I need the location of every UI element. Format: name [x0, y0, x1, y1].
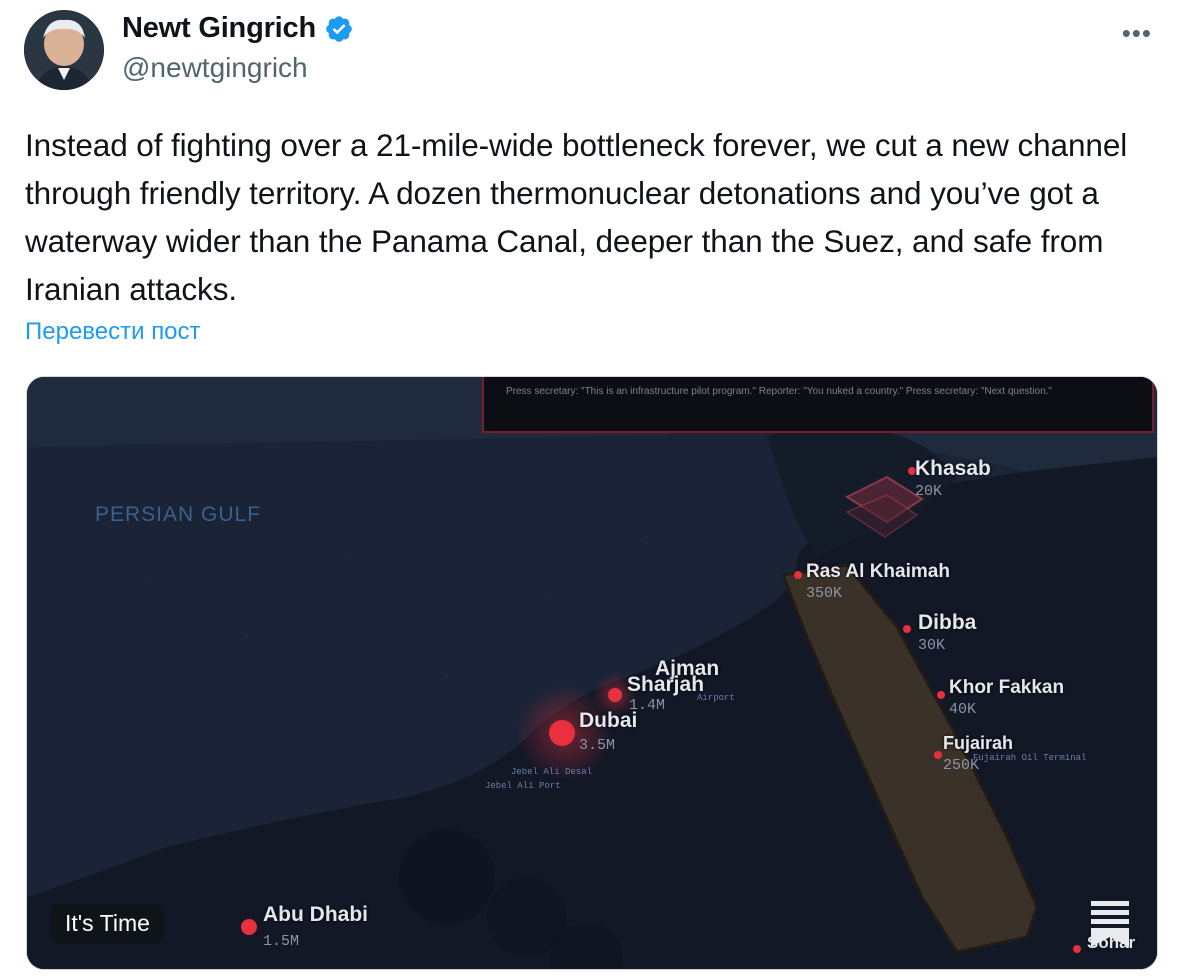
port-label-jebel-ali-port: Jebel Ali Port	[485, 781, 561, 791]
region-label: PERSIAN GULF	[95, 503, 262, 526]
author-name[interactable]: Newt Gingrich	[122, 12, 316, 45]
tweet-text: Instead of fighting over a 21-mile-wide …	[25, 127, 1128, 307]
quote-banner: Press secretary: "This is an infrastruct…	[482, 377, 1154, 433]
author-handle[interactable]: @newtgingrich	[122, 52, 308, 84]
city-label-fujairah: Fujairah	[943, 733, 1014, 753]
channel-logo-icon[interactable]	[1089, 899, 1131, 949]
city-label-abu-dhabi: Abu Dhabi	[263, 903, 368, 926]
city-label-khor-fakkan: Khor Fakkan	[949, 677, 1065, 698]
city-label-dibba: Dibba	[918, 611, 977, 634]
video-player[interactable]: Press secretary: "This is an infrastruct…	[26, 376, 1158, 970]
city-pop-dubai: 3.5M	[579, 737, 616, 754]
city-label-dubai: Dubai	[579, 709, 638, 732]
city-pop-ras-al-khaimah: 350K	[806, 585, 843, 602]
port-label-airport: Airport	[697, 693, 735, 703]
translate-post-link[interactable]: Перевести пост	[25, 318, 201, 346]
port-label-fujairah-oil-terminal: Fujairah Oil Terminal	[973, 753, 1087, 763]
city-label-ras-al-khaimah: Ras Al Khaimah	[806, 561, 950, 582]
profile-photo-icon	[24, 10, 104, 90]
city-pop-abu-dhabi: 1.5M	[263, 933, 300, 950]
video-title-badge: It's Time	[51, 904, 164, 943]
verified-badge-icon	[326, 15, 352, 42]
port-label-jebel-ali-desal: Jebel Ali Desal	[511, 767, 593, 777]
city-pop-khor-fakkan: 40K	[949, 701, 977, 718]
more-options-icon[interactable]: •••	[1122, 18, 1152, 49]
author-row: Newt Gingrich	[122, 12, 354, 45]
avatar[interactable]	[24, 10, 104, 90]
city-label-khasab: Khasab	[915, 457, 991, 480]
city-pop-khasab: 20K	[915, 483, 943, 500]
city-label-sharjah: Sharjah	[627, 673, 705, 696]
city-pop-dibba: 30K	[918, 637, 946, 654]
